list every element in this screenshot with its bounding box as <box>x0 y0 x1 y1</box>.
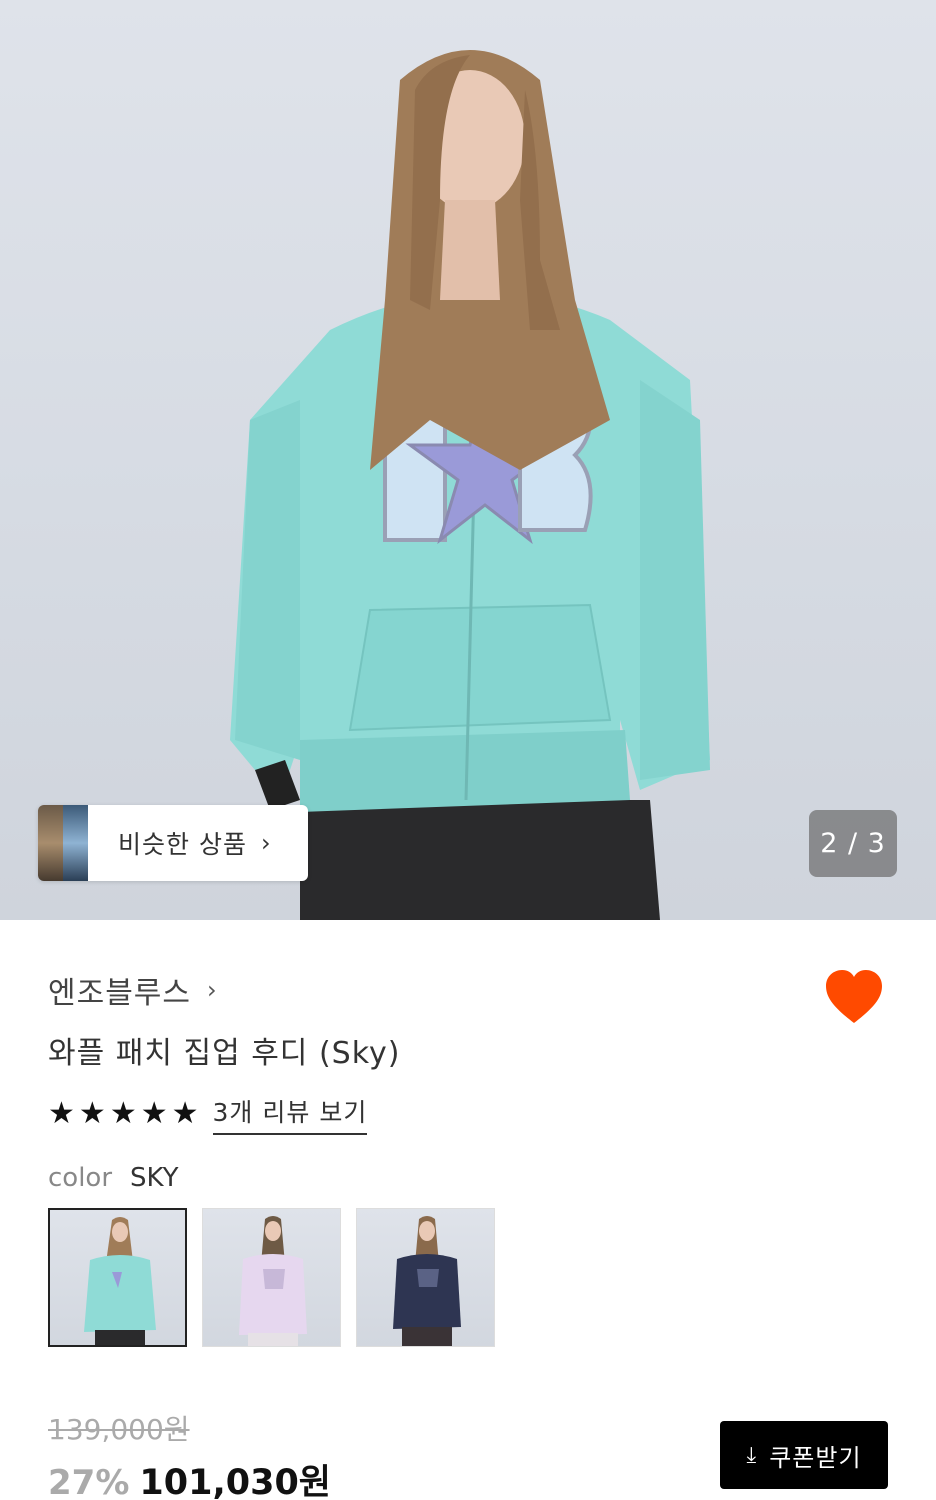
discount-rate: 27% <box>48 1463 130 1500</box>
product-title: 와플 패치 집업 후디 (Sky) <box>48 1036 401 1071</box>
swatch-navy[interactable] <box>356 1208 495 1347</box>
swatch-sky-image <box>84 1217 156 1345</box>
swatch-lavender-image <box>239 1216 307 1346</box>
color-value: SKY <box>130 1163 179 1193</box>
image-counter: 2 / 3 <box>809 810 897 877</box>
heart-icon[interactable] <box>824 969 884 1025</box>
similar-products-thumbnails <box>38 805 88 881</box>
star-icon: ★ <box>171 1096 199 1131</box>
chevron-right-icon: › <box>207 976 217 1004</box>
chevron-right-icon: › <box>260 829 272 857</box>
star-icon: ★ <box>48 1096 75 1131</box>
price-row: 27% 101,030원 <box>48 1454 331 1500</box>
model-photo <box>230 50 710 920</box>
similar-products-button[interactable]: 비슷한 상품 › <box>38 805 308 881</box>
star-icon: ★ <box>109 1096 137 1131</box>
original-price: 139,000원 <box>48 1413 190 1446</box>
star-icon: ★ <box>140 1096 168 1131</box>
swatch-navy-image <box>393 1216 461 1346</box>
coupon-label: 쿠폰받기 <box>769 1443 862 1472</box>
sale-price: 101,030원 <box>139 1463 332 1500</box>
rating-row: ★ ★ ★ ★ ★ 3개 리뷰 보기 <box>48 1093 368 1135</box>
color-swatches <box>48 1208 495 1347</box>
color-label: color <box>48 1163 113 1193</box>
product-hero-image[interactable]: 비슷한 상품 › 2 / 3 <box>0 0 936 920</box>
coupon-button[interactable]: ⤓ 쿠폰받기 <box>720 1421 888 1489</box>
swatch-lavender[interactable] <box>202 1208 341 1347</box>
brand-link[interactable]: 엔조블루스 › <box>48 968 217 1012</box>
color-row: color SKY <box>48 1163 179 1193</box>
brand-name: 엔조블루스 <box>48 976 191 1011</box>
swatch-sky[interactable] <box>48 1208 187 1347</box>
similar-products-label-wrap: 비슷한 상품 › <box>88 805 308 881</box>
rating-stars: ★ ★ ★ ★ ★ <box>48 1099 199 1129</box>
star-icon: ★ <box>78 1096 106 1131</box>
review-link[interactable]: 3개 리뷰 보기 <box>212 1093 368 1135</box>
download-icon: ⤓ <box>746 1442 758 1468</box>
similar-products-label: 비슷한 상품 <box>118 830 247 859</box>
